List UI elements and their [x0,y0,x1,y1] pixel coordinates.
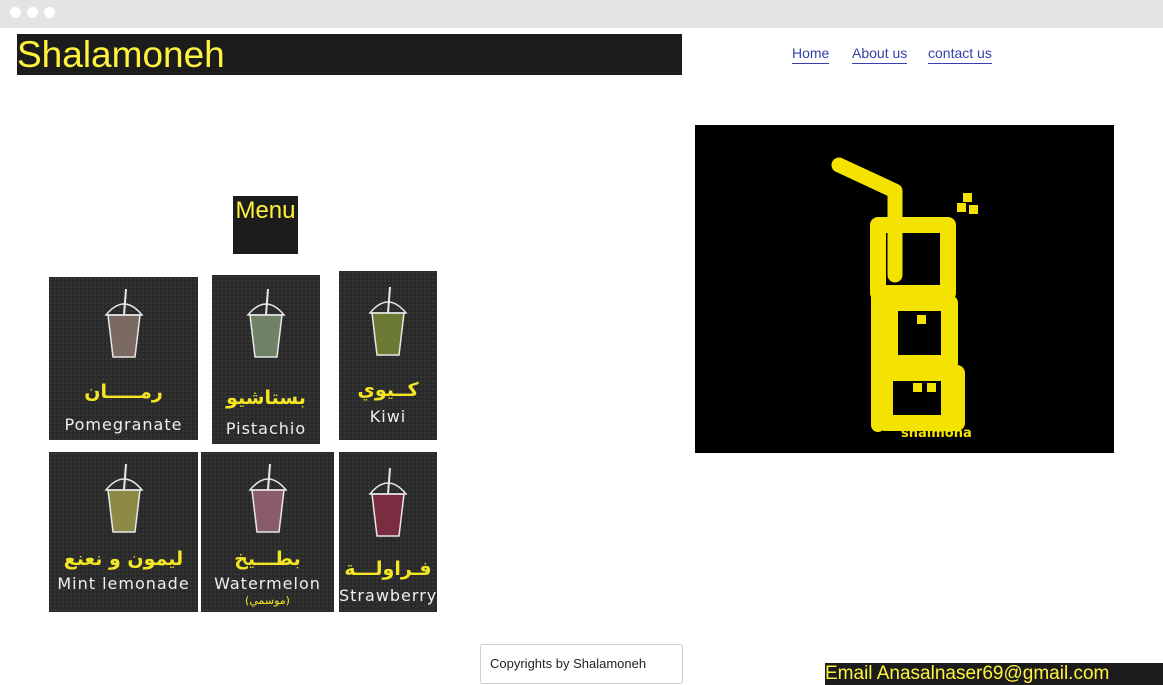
menu-item-english-name: Pomegranate [64,415,183,434]
menu-item-english-name: Strawberry [339,586,437,605]
menu-item-arabic-name: كــيوي [357,379,419,401]
nav-home-link[interactable]: Home [792,45,830,64]
menu-item-card[interactable]: رمـــــان Pomegranate [49,277,198,440]
window-dot-icon [44,7,55,18]
shalamoneh-logo-icon: shalmona [831,157,978,441]
nav-about-link[interactable]: About us [852,45,908,64]
menu-item-card[interactable]: ليمون و نعنع Mint lemonade [49,452,198,612]
menu-item-arabic-name: رمـــــان [84,381,163,403]
email-contact: Email Anasalnaser69@gmail.com [825,663,1163,685]
menu-item-english-name: Mint lemonade [57,574,190,593]
menu-item-card[interactable]: بستاشيو Pistachio [212,275,320,444]
menu-item-english-name: Kiwi [369,407,407,426]
drink-cup-icon [247,464,288,533]
browser-chrome [0,0,1163,28]
menu-heading: Menu [233,196,298,254]
window-dot-icon [27,7,38,18]
menu-item-english-name: Watermelon [214,574,321,593]
menu-item-arabic-name: بستاشيو [226,387,306,409]
menu-item-card[interactable]: فـراولـــة Strawberry [339,452,437,612]
menu-item-note: (موسمي) [245,594,290,607]
logo-wordmark: shalmona [901,426,972,441]
menu-item-english-name: Pistachio [225,419,307,438]
menu-item-arabic-name: فـراولـــة [344,558,432,580]
drink-cup-icon [103,464,144,533]
menu-item-arabic-name: ليمون و نعنع [63,548,184,570]
menu-item-card[interactable]: بطـــيخ Watermelon (موسمي) [201,452,334,612]
copyright-box: Copyrights by Shalamoneh [480,644,683,684]
drink-cup-icon [368,468,408,537]
menu-item-arabic-name: بطـــيخ [234,548,301,570]
nav-contact-link[interactable]: contact us [928,45,992,64]
window-dot-icon [10,7,21,18]
site-brand: Shalamoneh [17,34,682,75]
drink-cup-icon [368,287,408,356]
drink-cup-icon [103,289,144,358]
drink-cup-icon [246,289,286,358]
menu-item-card[interactable]: كــيوي Kiwi [339,271,437,440]
brand-logo-image: shalmona [695,125,1114,453]
